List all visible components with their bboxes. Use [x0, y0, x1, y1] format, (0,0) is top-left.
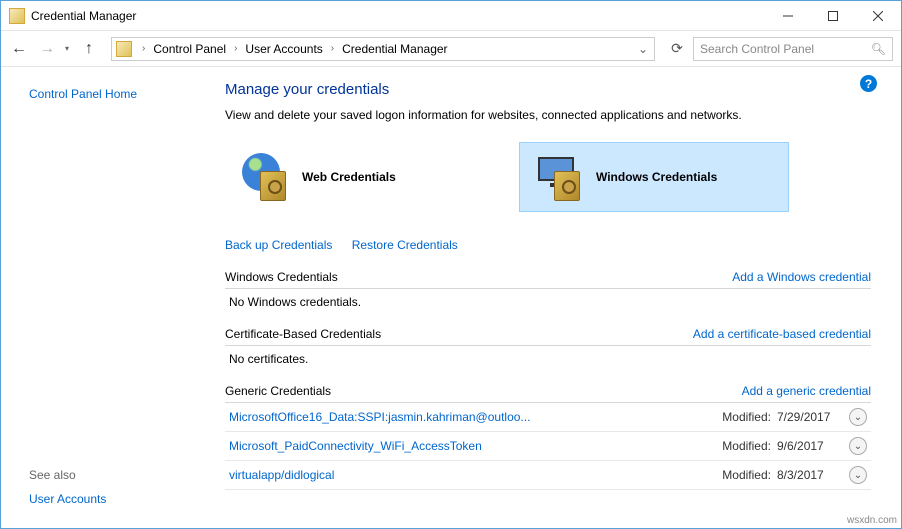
credential-name: virtualapp/didlogical	[229, 468, 722, 482]
up-button[interactable]: ↑	[83, 38, 95, 60]
section-certificate-credentials: Certificate-Based Credentials Add a cert…	[225, 327, 871, 366]
address-dropdown-icon[interactable]: ⌄	[638, 42, 648, 56]
sidebar: Control Panel Home See also User Account…	[1, 67, 201, 528]
windows-credentials-icon	[536, 153, 584, 201]
credential-date: 8/3/2017	[777, 468, 839, 482]
credential-row[interactable]: Microsoft_PaidConnectivity_WiFi_AccessTo…	[225, 432, 871, 461]
maximize-button[interactable]	[810, 1, 855, 30]
section-empty-text: No certificates.	[225, 346, 871, 366]
expand-icon[interactable]: ⌄	[849, 466, 867, 484]
add-cert-credential-link[interactable]: Add a certificate-based credential	[693, 327, 871, 341]
chevron-right-icon: ›	[234, 43, 237, 54]
credential-row[interactable]: MicrosoftOffice16_Data:SSPI:jasmin.kahri…	[225, 403, 871, 432]
titlebar: Credential Manager	[1, 1, 901, 31]
history-dropdown[interactable]: ▾	[65, 44, 69, 53]
windows-credentials-tile[interactable]: Windows Credentials	[519, 142, 789, 212]
back-button[interactable]: ←	[9, 38, 29, 60]
chevron-right-icon: ›	[142, 43, 145, 54]
page-subtext: View and delete your saved logon informa…	[225, 108, 871, 122]
web-credentials-icon	[242, 153, 290, 201]
breadcrumb-user-accounts[interactable]: User Accounts	[243, 42, 324, 56]
minimize-button[interactable]	[765, 1, 810, 30]
search-input[interactable]: Search Control Panel 🔍︎	[693, 37, 893, 61]
modified-label: Modified:	[722, 468, 771, 482]
sidebar-home-link[interactable]: Control Panel Home	[29, 87, 189, 101]
window-controls	[765, 1, 901, 30]
forward-button[interactable]: →	[37, 38, 57, 60]
credential-row[interactable]: virtualapp/didlogical Modified: 8/3/2017…	[225, 461, 871, 490]
add-windows-credential-link[interactable]: Add a Windows credential	[732, 270, 871, 284]
sidebar-see-also: See also	[29, 468, 189, 482]
credential-date: 9/6/2017	[777, 439, 839, 453]
section-title: Generic Credentials	[225, 384, 331, 398]
section-generic-credentials: Generic Credentials Add a generic creden…	[225, 384, 871, 490]
add-generic-credential-link[interactable]: Add a generic credential	[742, 384, 871, 398]
credential-type-tiles: Web Credentials Windows Credentials	[225, 142, 871, 212]
main-panel: Manage your credentials View and delete …	[201, 67, 901, 528]
expand-icon[interactable]: ⌄	[849, 408, 867, 426]
modified-label: Modified:	[722, 410, 771, 424]
windows-credentials-label: Windows Credentials	[596, 170, 717, 184]
expand-icon[interactable]: ⌄	[849, 437, 867, 455]
section-title: Certificate-Based Credentials	[225, 327, 381, 341]
search-icon: 🔍︎	[871, 42, 886, 56]
modified-label: Modified:	[722, 439, 771, 453]
backup-credentials-link[interactable]: Back up Credentials	[225, 238, 332, 252]
credential-name: Microsoft_PaidConnectivity_WiFi_AccessTo…	[229, 439, 722, 453]
address-bar[interactable]: › Control Panel › User Accounts › Creden…	[111, 37, 655, 61]
web-credentials-label: Web Credentials	[302, 170, 396, 184]
restore-credentials-link[interactable]: Restore Credentials	[352, 238, 458, 252]
breadcrumb-control-panel[interactable]: Control Panel	[151, 42, 228, 56]
credential-date: 7/29/2017	[777, 410, 839, 424]
app-icon	[9, 8, 25, 24]
action-links: Back up Credentials Restore Credentials	[225, 238, 871, 252]
breadcrumb-credential-manager[interactable]: Credential Manager	[340, 42, 449, 56]
section-windows-credentials: Windows Credentials Add a Windows creden…	[225, 270, 871, 309]
section-title: Windows Credentials	[225, 270, 338, 284]
location-icon	[116, 41, 132, 57]
navbar: ← → ▾ ↑ › Control Panel › User Accounts …	[1, 31, 901, 67]
section-empty-text: No Windows credentials.	[225, 289, 871, 309]
chevron-right-icon: ›	[331, 43, 334, 54]
source-watermark: wsxdn.com	[847, 515, 897, 526]
credential-name: MicrosoftOffice16_Data:SSPI:jasmin.kahri…	[229, 410, 722, 424]
refresh-button[interactable]: ⟳	[665, 37, 689, 61]
nav-arrows: ← → ▾ ↑	[9, 38, 101, 60]
close-button[interactable]	[855, 1, 901, 30]
sidebar-user-accounts-link[interactable]: User Accounts	[29, 492, 189, 506]
page-title: Manage your credentials	[225, 81, 871, 98]
content: Control Panel Home See also User Account…	[1, 67, 901, 528]
window-title: Credential Manager	[31, 9, 765, 23]
web-credentials-tile[interactable]: Web Credentials	[225, 142, 495, 212]
search-placeholder: Search Control Panel	[700, 42, 814, 56]
